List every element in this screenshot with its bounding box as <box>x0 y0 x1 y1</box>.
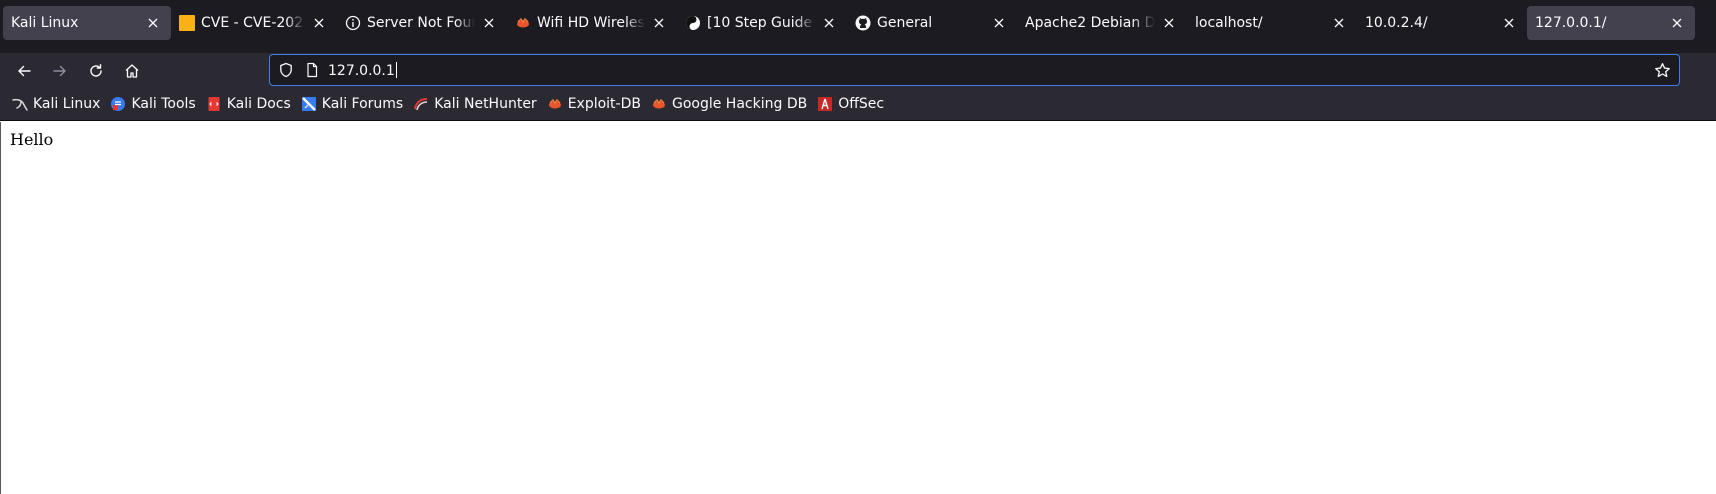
shield-icon[interactable] <box>278 62 294 78</box>
close-icon[interactable] <box>1329 13 1349 33</box>
url-value: 127.0.0.1 <box>328 62 395 79</box>
home-button[interactable] <box>116 55 148 87</box>
bookmark-kali-forums[interactable]: Kali Forums <box>301 96 403 112</box>
kali-docs-icon <box>206 96 222 112</box>
tab-title: CVE - CVE-2022- <box>201 15 305 31</box>
back-button[interactable] <box>8 55 40 87</box>
bookmark-label: Kali Linux <box>33 96 101 112</box>
tab-title: Apache2 Debian Def <box>1025 15 1155 31</box>
cve-square-icon <box>179 15 195 31</box>
page-icon[interactable] <box>304 62 320 78</box>
tab-127-0-0-1[interactable]: 127.0.0.1/ <box>1527 6 1695 40</box>
bookmark-label: OffSec <box>838 96 885 112</box>
page-body-text: Hello <box>10 130 54 149</box>
tab-general[interactable]: General <box>847 6 1017 40</box>
kali-dragon-icon <box>12 96 28 112</box>
bookmark-label: Exploit-DB <box>567 96 641 112</box>
exploit-db-icon <box>515 15 531 31</box>
navigation-toolbar: 127.0.0.1 <box>0 53 1716 88</box>
bookmark-label: Kali Forums <box>321 96 404 112</box>
forward-button[interactable] <box>44 55 76 87</box>
nethunter-icon <box>413 96 429 112</box>
tab-apache2[interactable]: Apache2 Debian Def <box>1017 6 1187 40</box>
tab-title: Kali Linux <box>11 15 79 31</box>
bookmark-kali-linux[interactable]: Kali Linux <box>12 96 100 112</box>
yin-yang-icon <box>685 15 701 31</box>
close-icon[interactable] <box>1159 13 1179 33</box>
bookmark-label: Kali Tools <box>131 96 196 112</box>
tab-title: localhost/ <box>1195 15 1263 31</box>
kali-forums-icon <box>301 96 317 112</box>
forward-arrow-icon <box>53 65 66 76</box>
bookmark-kali-docs[interactable]: Kali Docs <box>206 96 291 112</box>
tab-10-step-guide[interactable]: [10 Step Guide] H <box>677 6 847 40</box>
ghdb-icon <box>651 96 667 112</box>
bookmark-google-hacking-db[interactable]: Google Hacking DB <box>651 96 807 112</box>
close-icon[interactable] <box>649 13 669 33</box>
close-icon[interactable] <box>479 13 499 33</box>
exploit-db-icon <box>547 96 563 112</box>
url-bar[interactable]: 127.0.0.1 <box>269 54 1680 86</box>
tab-title: [10 Step Guide] H <box>707 15 815 31</box>
bookmark-label: Kali Docs <box>226 96 291 112</box>
tab-cve[interactable]: CVE - CVE-2022- <box>171 6 337 40</box>
tab-kali-linux[interactable]: Kali Linux <box>3 6 171 40</box>
bookmark-label: Kali NetHunter <box>434 96 537 112</box>
tab-10-0-2-4[interactable]: 10.0.2.4/ <box>1357 6 1527 40</box>
close-icon[interactable] <box>989 13 1009 33</box>
bookmarks-toolbar: Kali Linux Kali Tools Kali Docs Kali For… <box>0 88 1716 121</box>
close-icon[interactable] <box>143 13 163 33</box>
close-icon[interactable] <box>1667 13 1687 33</box>
tab-title: 127.0.0.1/ <box>1535 15 1607 31</box>
offsec-icon <box>817 96 833 112</box>
tab-server-not-found[interactable]: Server Not Found <box>337 6 507 40</box>
tab-title: General <box>877 15 933 31</box>
close-icon[interactable] <box>1499 13 1519 33</box>
reload-button[interactable] <box>80 55 112 87</box>
bookmark-label: Google Hacking DB <box>671 96 808 112</box>
kali-tools-icon <box>110 96 126 112</box>
bookmark-star-icon[interactable] <box>1654 62 1671 79</box>
tab-strip: Kali Linux CVE - CVE-2022- Server Not Fo… <box>0 0 1716 53</box>
bookmark-kali-tools[interactable]: Kali Tools <box>110 96 196 112</box>
page-content: Hello <box>0 122 1716 494</box>
reload-icon <box>90 63 102 77</box>
tab-title: Wifi HD Wireless <box>537 15 645 31</box>
info-circle-icon <box>345 15 361 31</box>
bookmark-kali-nethunter[interactable]: Kali NetHunter <box>413 96 537 112</box>
url-input[interactable]: 127.0.0.1 <box>328 61 1654 79</box>
text-caret <box>395 61 397 78</box>
home-icon <box>125 63 139 78</box>
bookmark-exploit-db[interactable]: Exploit-DB <box>547 96 641 112</box>
tab-wifi-hd[interactable]: Wifi HD Wireless <box>507 6 677 40</box>
github-icon <box>855 15 871 31</box>
close-icon[interactable] <box>819 13 839 33</box>
bookmark-offsec[interactable]: OffSec <box>817 96 884 112</box>
back-arrow-icon <box>18 65 31 76</box>
tab-title: Server Not Found <box>367 15 475 31</box>
tab-title: 10.0.2.4/ <box>1365 15 1428 31</box>
tab-localhost[interactable]: localhost/ <box>1187 6 1357 40</box>
close-icon[interactable] <box>309 13 329 33</box>
